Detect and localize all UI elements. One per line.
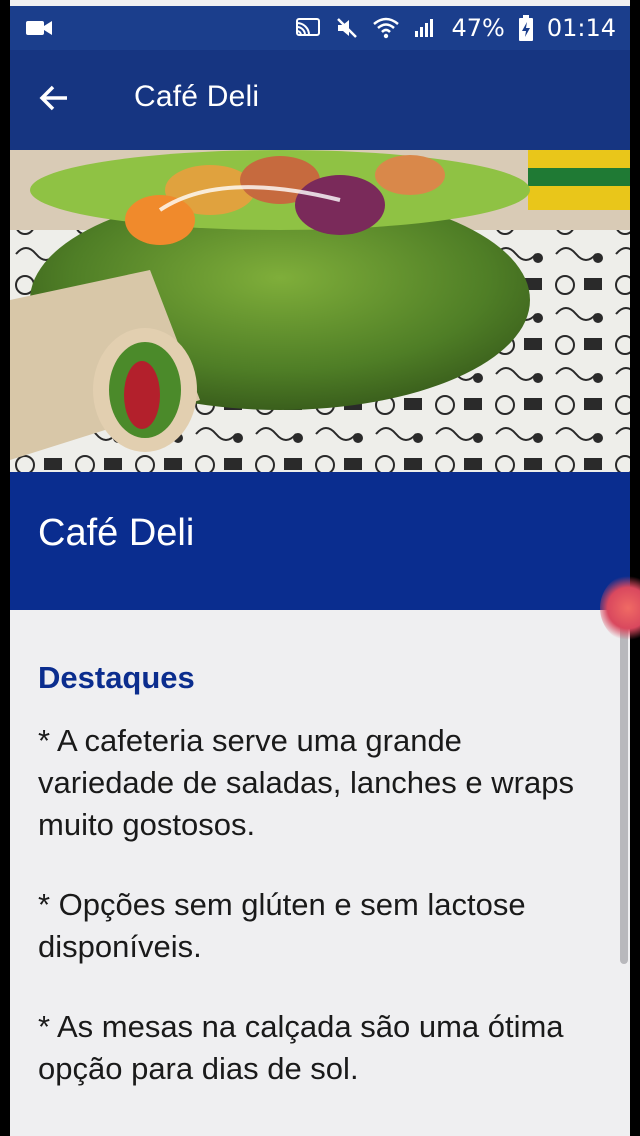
video-camera-icon [26,18,52,38]
place-title: Café Deli [38,512,195,554]
section-title-highlights: Destaques [38,660,195,695]
highlight-paragraph: * Opções sem glúten e sem lactose dispon… [38,887,526,964]
battery-charging-icon [518,15,533,41]
title-banner: Café Deli [10,472,630,610]
mute-icon [335,16,359,40]
clock: 01:14 [546,14,616,42]
status-bar: 47% 01:14 [10,6,630,50]
scrollbar[interactable] [620,614,628,964]
back-button[interactable] [32,78,76,122]
highlight-paragraph: * A cafeteria serve uma grande variedade… [38,723,574,842]
battery-percent: 47% [451,14,505,42]
details-content: Destaques * A cafeteria serve uma grande… [10,610,630,1136]
signal-icon [413,17,437,39]
wifi-icon [373,17,400,39]
app-bar-title: Café Deli [134,80,260,113]
hero-image [10,150,630,472]
arrow-left-icon [39,85,69,115]
highlight-paragraph: * As mesas na calçada são uma ótima opçã… [38,1009,564,1086]
cast-icon [295,17,321,39]
app-screen: 47% 01:14 Café Deli Café Deli Destaques … [10,0,630,1136]
app-bar: Café Deli [10,50,630,150]
